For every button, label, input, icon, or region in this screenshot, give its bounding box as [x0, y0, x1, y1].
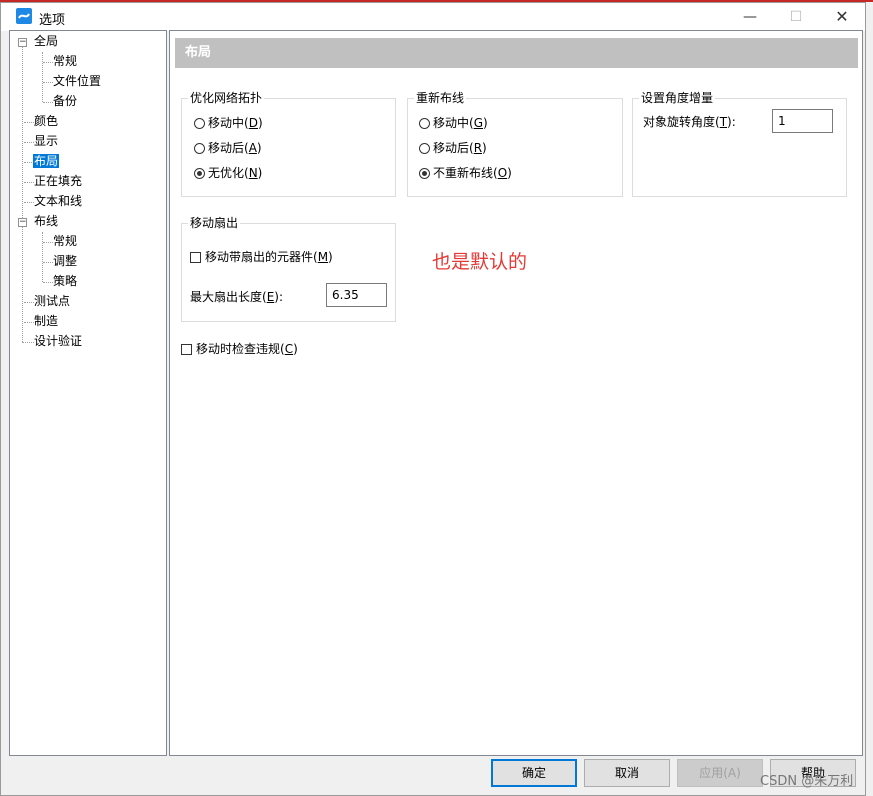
tree-item-global-general[interactable]: 常规 — [53, 52, 77, 70]
radio-icon — [419, 143, 430, 154]
tree-item-routing[interactable]: 布线 — [34, 212, 58, 230]
title-bar: 选项 — ☐ ✕ — [1, 3, 865, 31]
tree-line — [42, 232, 43, 282]
apply-button[interactable]: 应用(A) — [677, 759, 763, 787]
checkbox-icon — [190, 252, 201, 263]
minimize-icon: — — [743, 9, 757, 25]
tree-line — [43, 262, 53, 263]
reroute-group: 重新布线 移动中(G) 移动后(R) 不重新布线(O) — [407, 90, 623, 197]
radio-icon — [194, 118, 205, 129]
optimize-topology-group: 优化网络拓扑 移动中(D) 移动后(A) 无优化(N) — [181, 90, 396, 197]
rotation-angle-label: 对象旋转角度(T): — [643, 115, 736, 129]
app-icon — [16, 8, 32, 24]
group-title: 重新布线 — [414, 90, 467, 106]
tree-line — [42, 52, 43, 102]
tree-line — [24, 322, 34, 323]
maximize-icon: ☐ — [789, 9, 803, 25]
radio-icon — [419, 118, 430, 129]
ok-button[interactable]: 确定 — [491, 759, 577, 787]
optimize-during-move-radio[interactable]: 移动中(D) — [194, 114, 263, 132]
tree-item-text-and-lines[interactable]: 文本和线 — [34, 192, 82, 210]
collapse-toggle-icon[interactable]: − — [18, 218, 27, 227]
tree-line — [22, 41, 23, 342]
radio-selected-icon — [194, 168, 205, 179]
move-fanout-components-checkbox[interactable]: 移动带扇出的元器件(M) — [190, 248, 333, 266]
tree-item-display[interactable]: 显示 — [34, 132, 58, 150]
tree-line — [43, 242, 53, 243]
options-tree[interactable]: − − 全局 常规 文件位置 备份 颜色 显示 布局 正在填充 文本和线 布线 … — [9, 30, 167, 756]
tree-line — [24, 182, 34, 183]
tree-item-colors[interactable]: 颜色 — [34, 112, 58, 130]
tree-item-design-verification[interactable]: 设计验证 — [34, 332, 82, 350]
layout-settings-panel: 布局 优化网络拓扑 移动中(D) 移动后(A) 无优化(N) 重新布线 移动中(… — [169, 30, 863, 756]
reroute-during-move-radio[interactable]: 移动中(G) — [419, 114, 488, 132]
maximize-button[interactable]: ☐ — [773, 3, 819, 31]
group-title: 优化网络拓扑 — [188, 90, 265, 106]
annotation-text: 也是默认的 — [432, 251, 528, 273]
no-optimization-radio[interactable]: 无优化(N) — [194, 164, 262, 182]
tree-line — [43, 82, 53, 83]
group-title: 移动扇出 — [188, 215, 241, 231]
move-fanout-group: 移动扇出 移动带扇出的元器件(M) 最大扇出长度(E): 6.35 — [181, 215, 396, 322]
tree-item-layout[interactable]: 布局 — [33, 152, 60, 170]
collapse-toggle-icon[interactable]: − — [18, 38, 27, 47]
close-button[interactable]: ✕ — [819, 3, 865, 31]
optimize-after-move-radio[interactable]: 移动后(A) — [194, 139, 262, 157]
watermark: CSDN @朱万利 — [760, 774, 854, 789]
group-title: 设置角度增量 — [639, 90, 716, 106]
angle-increment-group: 设置角度增量 对象旋转角度(T): 1 — [632, 90, 847, 197]
tree-item-manufacturing[interactable]: 制造 — [34, 312, 58, 330]
tree-item-test-points[interactable]: 测试点 — [34, 292, 70, 310]
tree-line — [43, 282, 53, 283]
tree-item-adjust[interactable]: 调整 — [53, 252, 77, 270]
max-fanout-length-input[interactable]: 6.35 — [326, 283, 387, 307]
window-title: 选项 — [39, 13, 66, 28]
no-reroute-radio[interactable]: 不重新布线(O) — [419, 164, 512, 182]
radio-icon — [194, 143, 205, 154]
tree-item-global[interactable]: 全局 — [34, 32, 58, 50]
tree-item-file-location[interactable]: 文件位置 — [53, 72, 101, 90]
tree-line — [24, 302, 34, 303]
checkbox-icon — [181, 344, 192, 355]
max-fanout-length-label: 最大扇出长度(E): — [190, 290, 284, 304]
tree-line — [43, 62, 53, 63]
rotation-angle-input[interactable]: 1 — [772, 109, 833, 133]
tree-line — [24, 142, 34, 143]
tree-line — [24, 202, 34, 203]
reroute-after-move-radio[interactable]: 移动后(R) — [419, 139, 487, 157]
tree-item-strategy[interactable]: 策略 — [53, 272, 77, 290]
tree-line — [22, 342, 34, 343]
cancel-button[interactable]: 取消 — [584, 759, 670, 787]
tree-item-backup[interactable]: 备份 — [53, 92, 77, 110]
section-title: 布局 — [175, 38, 858, 68]
tree-item-routing-general[interactable]: 常规 — [53, 232, 77, 250]
minimize-button[interactable]: — — [727, 3, 773, 31]
check-drc-while-moving-checkbox[interactable]: 移动时检查违规(C) — [181, 340, 298, 358]
tree-line — [24, 122, 34, 123]
tree-item-filling[interactable]: 正在填充 — [34, 172, 82, 190]
radio-selected-icon — [419, 168, 430, 179]
close-icon: ✕ — [835, 7, 849, 26]
tree-line — [43, 102, 53, 103]
